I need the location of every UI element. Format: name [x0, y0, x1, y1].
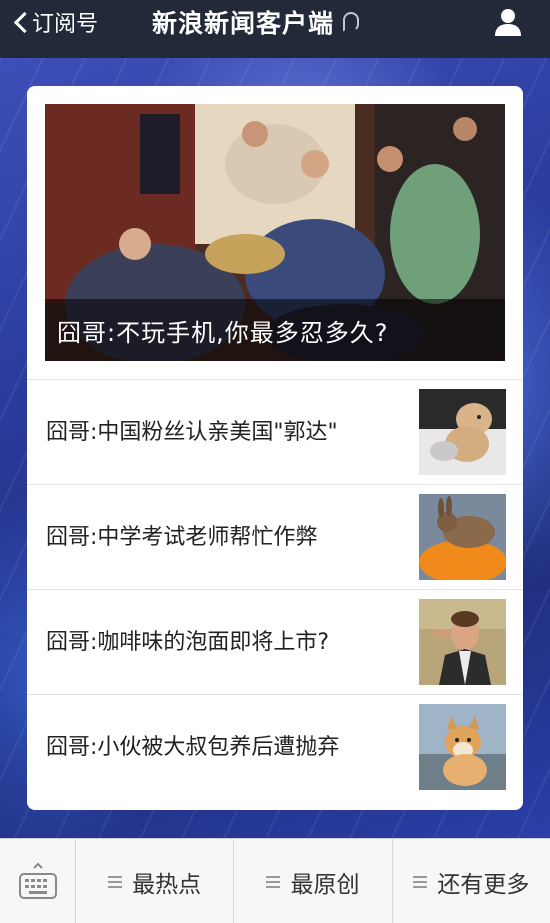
user-profile-icon[interactable]	[492, 6, 524, 38]
top-bar: 订阅号 新浪新闻客户端	[0, 0, 550, 58]
news-card: 囧哥:不玩手机,你最多忍多久? 囧哥:中国粉丝认亲美国"郭达" 囧哥:中学考试老…	[27, 86, 523, 810]
tab-original[interactable]: 最原创	[234, 839, 393, 923]
hero-caption: 囧哥:不玩手机,你最多忍多久?	[45, 299, 505, 361]
menu-lines-icon	[266, 875, 281, 888]
keyboard-icon	[18, 862, 57, 899]
title-text: 新浪新闻客户端	[152, 9, 335, 38]
back-button[interactable]: 订阅号	[12, 0, 98, 44]
tab-more[interactable]: 还有更多	[393, 839, 550, 923]
article-title: 囧哥:咖啡味的泡面即将上市?	[46, 629, 330, 655]
menu-lines-icon	[413, 875, 428, 888]
tab-label: 最热点	[132, 871, 202, 898]
keyboard-toggle-button[interactable]	[0, 839, 76, 923]
article-item-4[interactable]: 囧哥:小伙被大叔包养后遭抛弃	[27, 694, 523, 799]
tab-label: 还有更多	[437, 871, 530, 898]
article-item-2[interactable]: 囧哥:中学考试老师帮忙作弊	[27, 484, 523, 589]
menu-lines-icon	[108, 875, 123, 888]
article-title: 囧哥:中学考试老师帮忙作弊	[46, 524, 318, 550]
ear-icon[interactable]	[342, 10, 360, 34]
hero-article[interactable]: 囧哥:不玩手机,你最多忍多久?	[45, 104, 505, 361]
article-title: 囧哥:中国粉丝认亲美国"郭达"	[46, 419, 338, 445]
page-title: 新浪新闻客户端	[152, 0, 360, 44]
article-item-1[interactable]: 囧哥:中国粉丝认亲美国"郭达"	[27, 379, 523, 484]
bottom-menu-bar: 最热点 最原创 还有更多	[0, 838, 550, 923]
article-title: 囧哥:小伙被大叔包养后遭抛弃	[46, 734, 340, 760]
back-label: 订阅号	[32, 12, 99, 37]
chevron-left-icon	[12, 11, 30, 33]
man-saluting-photo-thumbnail	[419, 599, 506, 685]
tab-label: 最原创	[290, 871, 360, 898]
rabbit-photo-thumbnail	[419, 494, 506, 580]
article-item-3[interactable]: 囧哥:咖啡味的泡面即将上市?	[27, 589, 523, 694]
tab-hottest[interactable]: 最热点	[76, 839, 235, 923]
shiba-photo-thumbnail	[419, 704, 506, 790]
dog-photo-thumbnail	[419, 389, 506, 475]
